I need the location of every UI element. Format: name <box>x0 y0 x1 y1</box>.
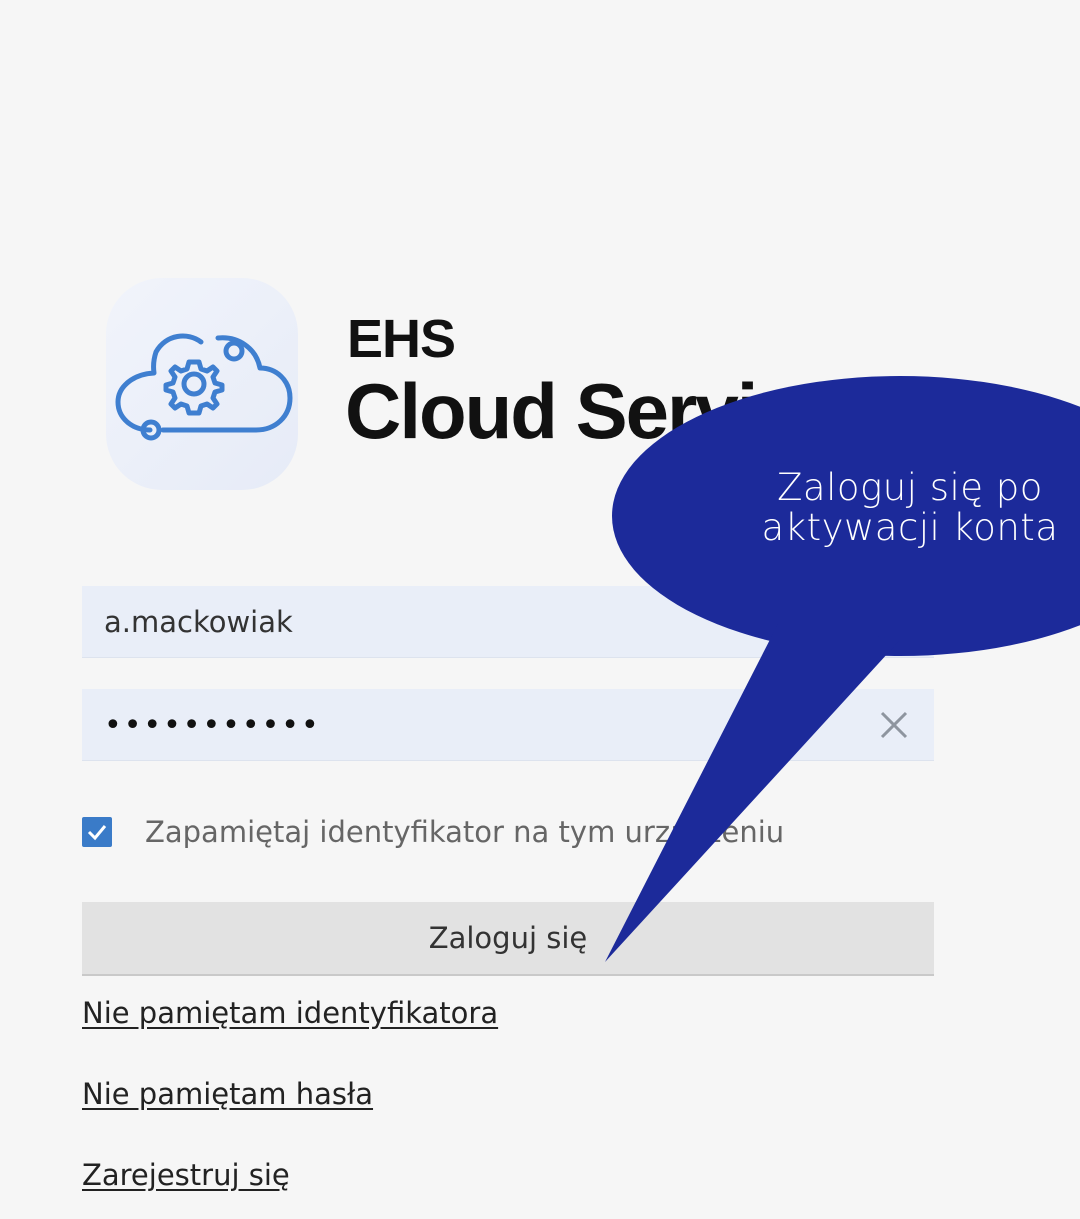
callout-text: Zaloguj się po aktywacji konta <box>700 468 1080 548</box>
callout-line-1: Zaloguj się po <box>777 466 1043 509</box>
callout-line-2: aktywacji konta <box>761 506 1059 549</box>
callout-bubble <box>605 376 1080 962</box>
